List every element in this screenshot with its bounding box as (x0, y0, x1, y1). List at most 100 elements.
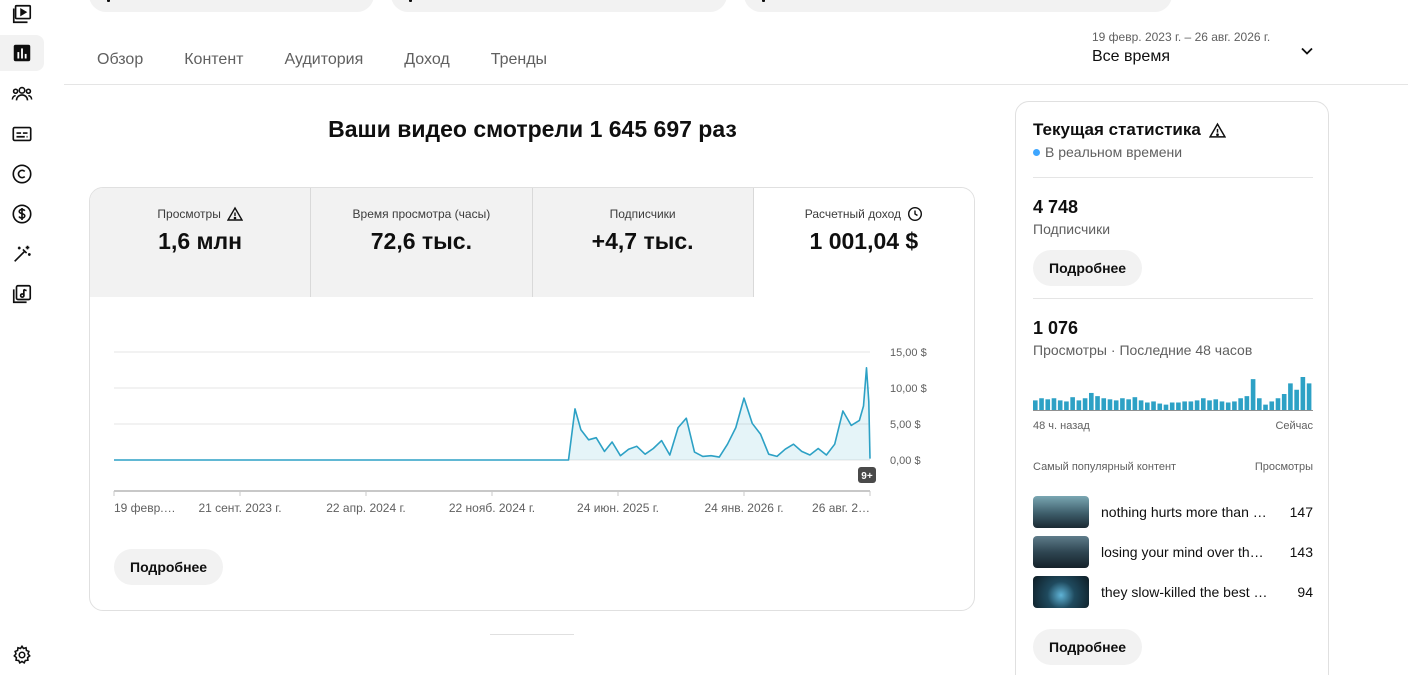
view-bar (1176, 402, 1181, 411)
copyright-nav-button[interactable] (0, 156, 44, 192)
view-bar (1051, 398, 1057, 411)
date-range-label: Все время (1092, 48, 1170, 65)
tabs-divider (64, 84, 1408, 85)
top-content-item[interactable]: losing your mind over th… 143 (1033, 536, 1313, 568)
clock-icon (908, 206, 923, 222)
views-48h-count: 1 076 (1033, 318, 1079, 338)
video-title: they slow-killed the best p… (1101, 584, 1269, 600)
view-bar (1288, 383, 1293, 411)
metric-watch-time-label-row: Время просмотра (часы) (311, 206, 531, 222)
metric-value: 72,6 тыс. (370, 228, 472, 254)
subscribers-more-button[interactable]: Подробнее (1033, 250, 1143, 286)
metric-value: +4,7 тыс. (591, 228, 694, 254)
warning-icon (1208, 122, 1226, 138)
bar-chart-axis: 48 ч. назад Сейчас (1033, 420, 1313, 432)
left-nav-rail (0, 0, 44, 675)
x-tick-label: 19 февр.… (114, 501, 176, 515)
view-bar (1232, 401, 1237, 411)
tab-overview[interactable]: Обзор (97, 48, 143, 82)
metric-label: Просмотры (157, 207, 221, 221)
warning-icon (226, 206, 243, 221)
subtitles-nav-button[interactable] (0, 116, 44, 152)
video-library-icon (12, 4, 32, 24)
view-bar (1082, 398, 1088, 411)
view-bar (1201, 398, 1206, 411)
top-content-item[interactable]: they slow-killed the best p… 94 (1033, 576, 1313, 608)
realtime-panel: Текущая статистика В реальном времени 4 … (1015, 101, 1329, 675)
page-headline: Ваши видео смотрели 1 645 697 раз (328, 116, 737, 142)
chevron-down-icon (1301, 47, 1313, 55)
view-bar (1294, 389, 1299, 411)
view-bar (1238, 398, 1243, 411)
video-views: 143 (1289, 544, 1313, 560)
subscribers-label: Подписчики (1033, 221, 1111, 237)
y-tick-label: 5,00 $ (890, 419, 921, 431)
tab-content[interactable]: Контент (184, 48, 243, 82)
panel-divider (1033, 298, 1313, 299)
tab-audience[interactable]: Аудитория (284, 48, 363, 82)
view-bar (1089, 392, 1094, 411)
view-bar (1257, 398, 1262, 411)
card-more-button[interactable]: Подробнее (114, 549, 224, 585)
view-bar (1070, 397, 1075, 411)
top-content-label: Самый популярный контент (1033, 461, 1177, 473)
analytics-nav-button[interactable] (0, 35, 44, 71)
view-bar (1182, 401, 1187, 411)
view-bar (1033, 400, 1038, 411)
overview-card: Просмотры 1,6 млн Время просмотра (часы)… (89, 187, 975, 611)
notes-badge-label: 9+ (861, 471, 873, 482)
top-content-more-button[interactable]: Подробнее (1033, 629, 1143, 665)
y-tick-label: 15,00 $ (890, 347, 927, 359)
metric-value: 1 001,04 $ (809, 228, 919, 254)
views-48h-bar-chart (1033, 377, 1313, 411)
content-nav-button[interactable] (0, 0, 44, 32)
view-bar (1275, 398, 1281, 411)
x-tick-label: 21 сент. 2023 г. (198, 501, 281, 515)
view-bar (1107, 399, 1113, 411)
panel-title: Текущая статистика (1033, 120, 1201, 139)
community-nav-button[interactable] (0, 76, 44, 112)
view-bar (1225, 402, 1231, 411)
earn-nav-button[interactable] (0, 196, 44, 232)
settings-nav-button[interactable] (0, 637, 44, 673)
x-tick-label: 24 июн. 2025 г. (577, 501, 659, 515)
divider-line (490, 634, 574, 635)
view-bar (1120, 398, 1125, 411)
view-bar (1207, 400, 1212, 411)
tab-revenue[interactable]: Доход (404, 48, 449, 82)
filter-chip-3[interactable] (744, 0, 1172, 12)
view-bar (1057, 400, 1063, 411)
audio-library-nav-button[interactable] (0, 276, 44, 312)
metric-views[interactable]: Просмотры 1,6 млн (90, 188, 312, 297)
view-bar (1064, 401, 1069, 411)
view-bar (1151, 401, 1156, 411)
metric-label: Время просмотра (часы) (352, 207, 491, 221)
view-bar (1250, 379, 1256, 411)
series-area (114, 367, 870, 460)
view-bar (1113, 400, 1119, 411)
view-bar (1188, 401, 1194, 411)
top-content-item[interactable]: nothing hurts more than … 147 (1033, 496, 1313, 528)
metric-revenue[interactable]: Расчетный доход 1 001,04 $ (753, 188, 974, 297)
view-bar (1281, 394, 1287, 411)
date-range-selector[interactable]: 19 февр. 2023 г. – 26 авг. 2026 г. Все в… (1092, 30, 1322, 66)
video-title: nothing hurts more than … (1101, 504, 1267, 520)
x-tick-label: 26 авг. 2… (812, 501, 870, 515)
view-bar (1126, 399, 1131, 411)
live-dot-icon (1033, 148, 1040, 156)
metric-subscribers[interactable]: Подписчики +4,7 тыс. (532, 188, 754, 297)
view-bar (1101, 398, 1107, 411)
metric-label: Расчетный доход (804, 207, 902, 221)
filter-chip-2[interactable] (391, 0, 727, 12)
view-bar (1132, 397, 1138, 411)
video-views: 94 (1297, 584, 1313, 600)
tab-trends[interactable]: Тренды (491, 48, 547, 82)
metric-watch-time[interactable]: Время просмотра (часы) 72,6 тыс. (311, 188, 533, 297)
customization-nav-button[interactable] (0, 236, 44, 272)
axis-left-label: 48 ч. назад (1033, 420, 1090, 432)
view-bar (1138, 400, 1144, 411)
people-icon (11, 86, 33, 101)
x-tick-label: 24 янв. 2026 г. (704, 501, 783, 515)
metric-subscribers-label-row: Подписчики (533, 206, 753, 222)
filter-chip-1[interactable] (89, 0, 374, 12)
